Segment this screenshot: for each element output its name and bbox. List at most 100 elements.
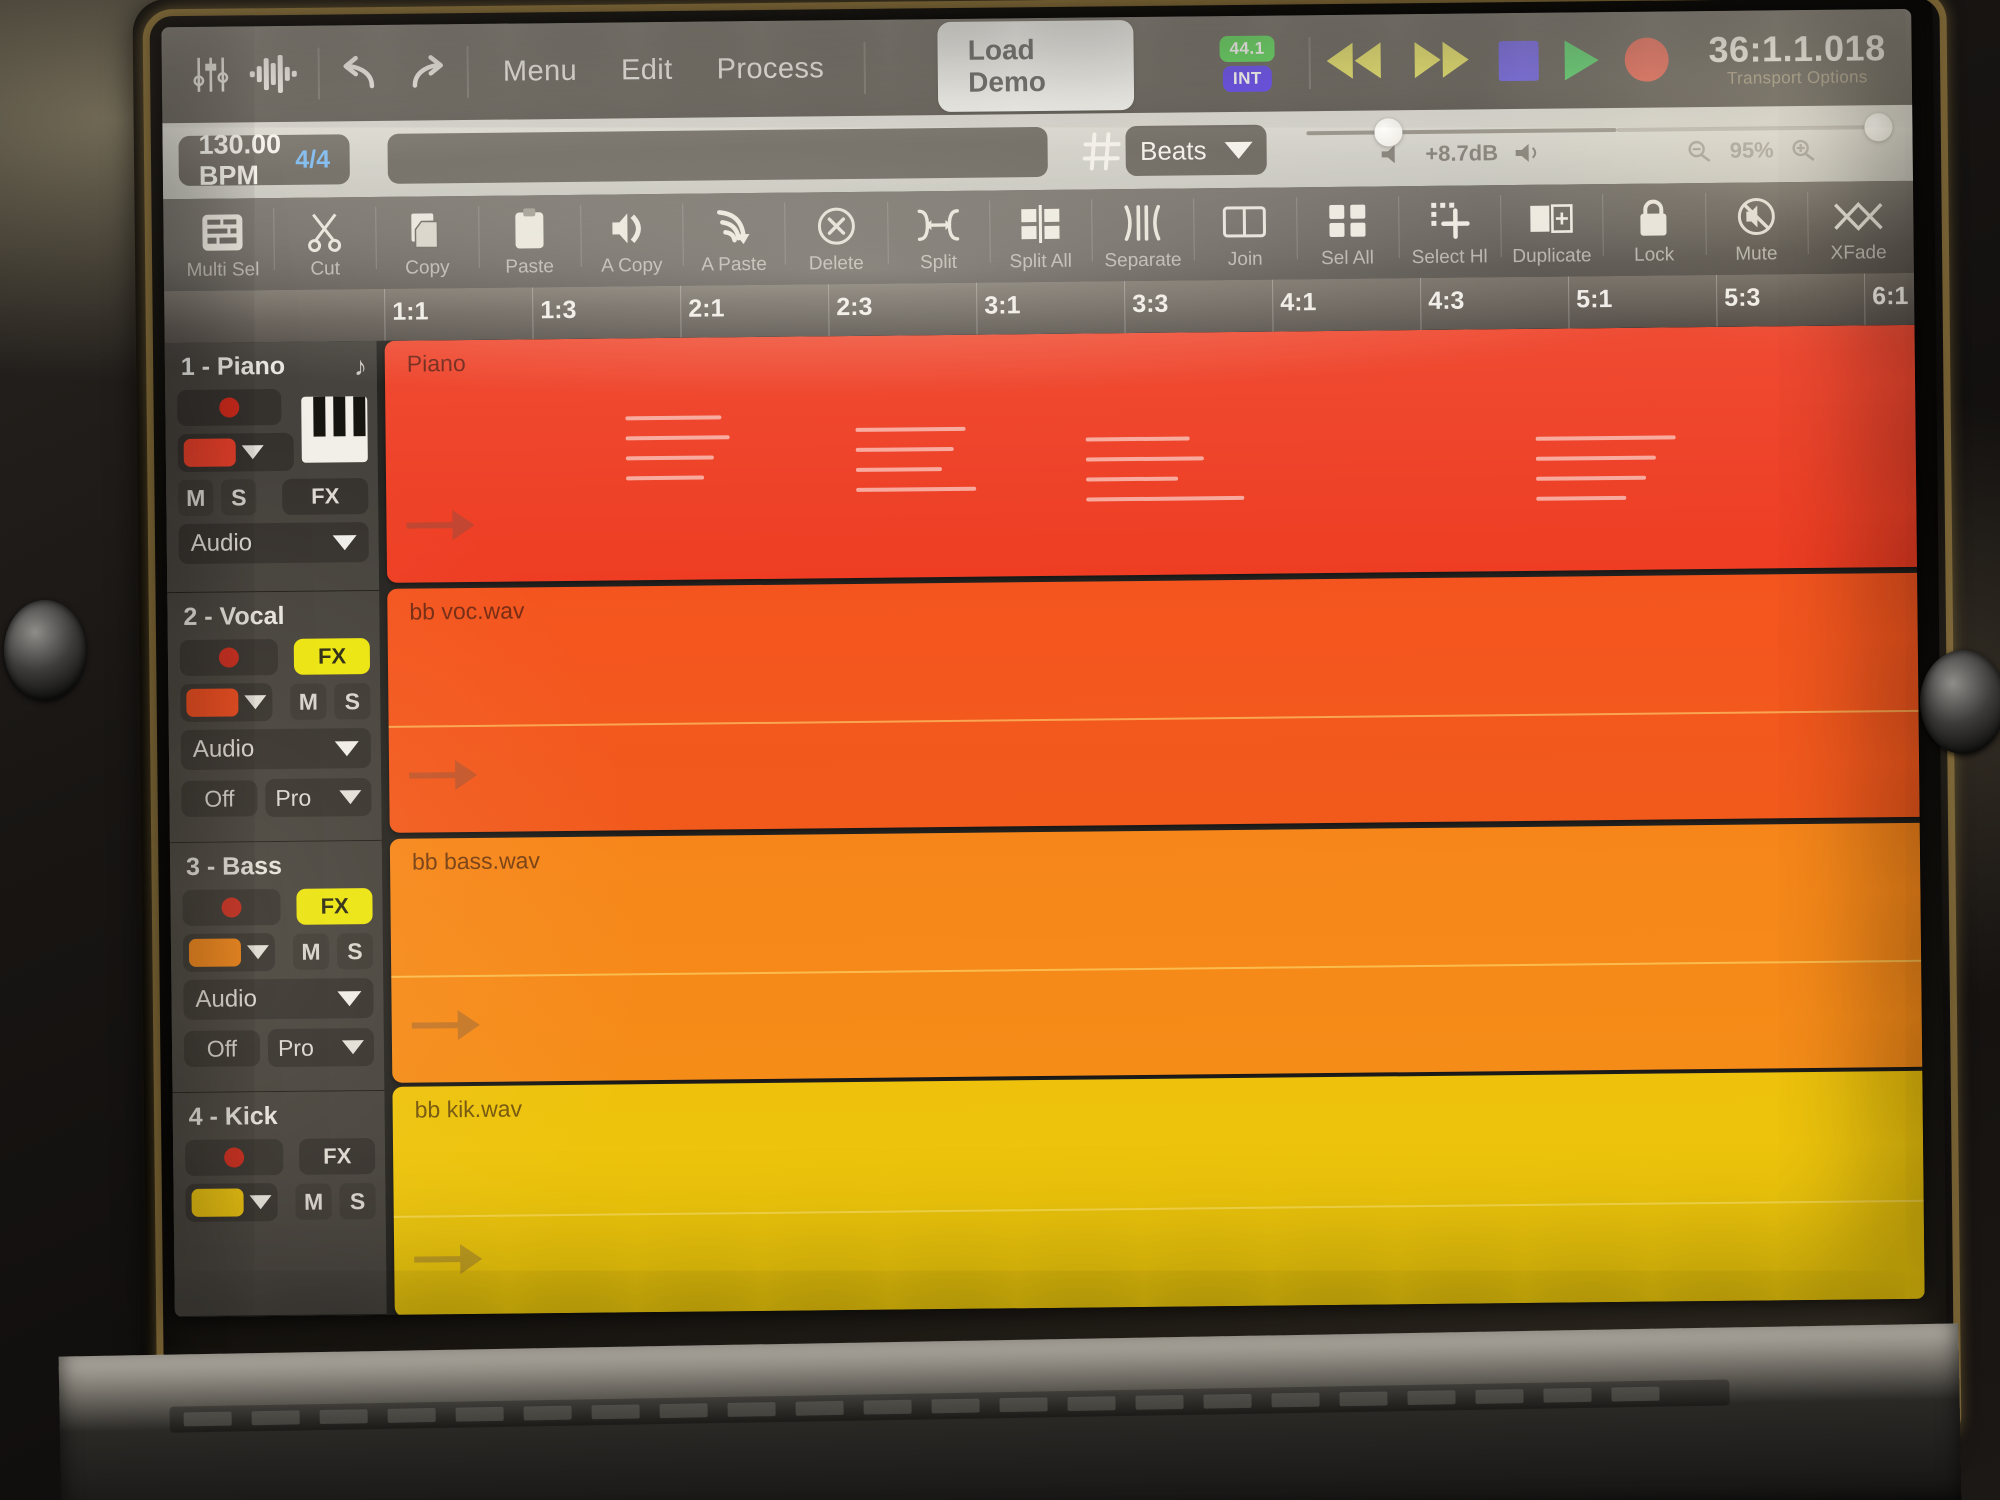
record-button[interactable] [1624,37,1669,82]
tool-a-paste[interactable]: A Paste [682,197,785,277]
keyboard-key [659,1403,708,1419]
tool-paste[interactable]: Paste [478,199,581,279]
process-button[interactable]: Process [716,52,824,86]
zoom-slider[interactable] [1616,112,1893,141]
track-header-1[interactable]: ♪ 1 - Piano M S FX Audio [164,340,380,594]
volume-slider-knob[interactable] [1374,117,1403,146]
tool-xfade[interactable]: XFade [1807,185,1910,265]
load-demo-button[interactable]: Load Demo [937,20,1135,113]
zoom-slider-knob[interactable] [1864,112,1893,141]
mute-button[interactable]: M [292,933,330,970]
track-color-picker[interactable] [182,933,276,973]
clip-canvas[interactable]: Piano bb voc.wav bb bass.wav bb kik.wav [376,324,1925,1315]
clipboard-icon [510,203,549,255]
stop-button[interactable] [1498,40,1539,82]
track-input-dropdown[interactable]: Audio [180,728,372,771]
keyboard-key [1067,1396,1116,1411]
mixer-faders-icon[interactable] [186,46,236,103]
preset-dropdown[interactable]: Pro [267,1028,375,1068]
clip-fade-handle-icon[interactable] [410,1004,482,1047]
zoom-out-icon[interactable] [1686,138,1714,162]
automation-off-button[interactable]: Off [181,780,258,818]
chevron-down-icon [241,445,264,460]
track-input-dropdown[interactable]: Audio [183,978,374,1021]
volume-control: +8.7dB [1306,117,1617,167]
track-input-dropdown[interactable]: Audio [178,522,369,565]
toolbar-divider [317,47,320,100]
chevron-down-icon [341,1040,365,1055]
record-arm-button[interactable] [184,1138,284,1177]
tool-sel-all[interactable]: Sel All [1296,190,1399,270]
solo-button[interactable]: S [334,683,371,720]
audio-clip[interactable]: bb bass.wav [389,822,1925,1083]
fx-button[interactable]: FX [299,1138,376,1175]
zoom-in-icon[interactable] [1790,137,1818,161]
grid-icon[interactable] [1082,127,1123,175]
mute-button[interactable]: M [295,1183,332,1220]
track-header-3[interactable]: 3 - Bass FX M S Audio Off Pro [169,840,385,1094]
track-color-picker[interactable] [185,1183,278,1223]
fx-button[interactable]: FX [282,478,369,515]
tool-duplicate[interactable]: Duplicate [1500,188,1603,268]
record-arm-button[interactable] [179,639,279,677]
mute-button[interactable]: M [290,683,327,720]
tempo-field[interactable]: 130.00 BPM 4/4 [178,129,351,191]
fx-button[interactable]: FX [296,888,373,925]
transport-options-label[interactable]: Transport Options [1727,67,1868,88]
track-row-2: MS [180,682,371,723]
record-arm-button[interactable] [182,888,282,927]
ruler-label: 4:1 [1280,288,1317,317]
clock-source-badge: INT [1222,65,1272,92]
tool-label: Separate [1104,249,1182,272]
timecode-area[interactable]: 36:1.1.018 Transport Options [1708,27,1886,89]
edit-button[interactable]: Edit [621,53,673,87]
tool-select-hl[interactable]: Select Hl [1398,189,1501,269]
toolbar-divider-4 [1308,37,1311,90]
undo-icon[interactable] [337,45,387,102]
tool-join[interactable]: Join [1193,191,1296,271]
tool-cut[interactable]: Cut [273,201,376,281]
mute-button[interactable]: M [178,479,214,517]
clip-fade-handle-icon[interactable] [407,754,479,797]
fast-forward-icon[interactable] [1410,37,1473,87]
audio-clip[interactable]: Piano [384,324,1925,583]
track-header-list: ♪ 1 - Piano M S FX Audio 2 - Vocal FX M S Audio Off… [164,340,387,1318]
clip-fade-handle-icon[interactable] [412,1238,484,1281]
tool-copy[interactable]: Copy [376,200,479,280]
midi-note-group [1085,436,1245,518]
keyboard-keys [169,1379,1730,1433]
clip-fade-handle-icon[interactable] [404,504,476,547]
tool-split-all[interactable]: Split All [989,193,1092,273]
track-header-2[interactable]: 2 - Vocal FX M S Audio Off Pro [167,590,382,844]
tool-lock[interactable]: Lock [1602,187,1705,267]
menu-button[interactable]: Menu [503,54,577,88]
waveform-icon[interactable] [247,46,300,103]
automation-off-button[interactable]: Off [183,1030,261,1068]
play-button[interactable] [1564,40,1599,81]
tool-split[interactable]: Split [887,195,990,275]
project-name-field[interactable] [387,126,1049,184]
volume-slider[interactable] [1306,117,1617,146]
track-header-4[interactable]: 4 - Kick FX M S [172,1090,387,1318]
track-row-4: Off Pro [181,778,372,818]
solo-button[interactable]: S [336,933,374,970]
record-arm-button[interactable] [177,388,282,427]
fx-button[interactable]: FX [294,638,371,675]
solo-button[interactable]: S [339,1183,376,1220]
tool-delete[interactable]: Delete [785,196,888,276]
preset-dropdown[interactable]: Pro [265,778,372,818]
rewind-icon[interactable] [1322,38,1385,88]
audio-clip[interactable]: bb voc.wav [387,572,1925,833]
redo-icon[interactable] [399,44,449,101]
tool-label: Delete [808,252,864,275]
tool-a-copy[interactable]: A Copy [580,198,683,278]
status-badges: 44.1 INT [1219,35,1275,92]
tool-separate[interactable]: Separate [1091,192,1194,272]
grid-mode-dropdown[interactable]: Beats [1125,124,1267,177]
track-color-picker[interactable] [177,432,294,473]
tool-mute[interactable]: Mute [1705,186,1808,266]
tool-multi-sel[interactable]: Multi Sel [171,202,274,282]
solo-button[interactable]: S [221,479,257,516]
audio-clip[interactable]: bb kik.wav [392,1070,1925,1315]
track-color-picker[interactable] [180,683,273,723]
